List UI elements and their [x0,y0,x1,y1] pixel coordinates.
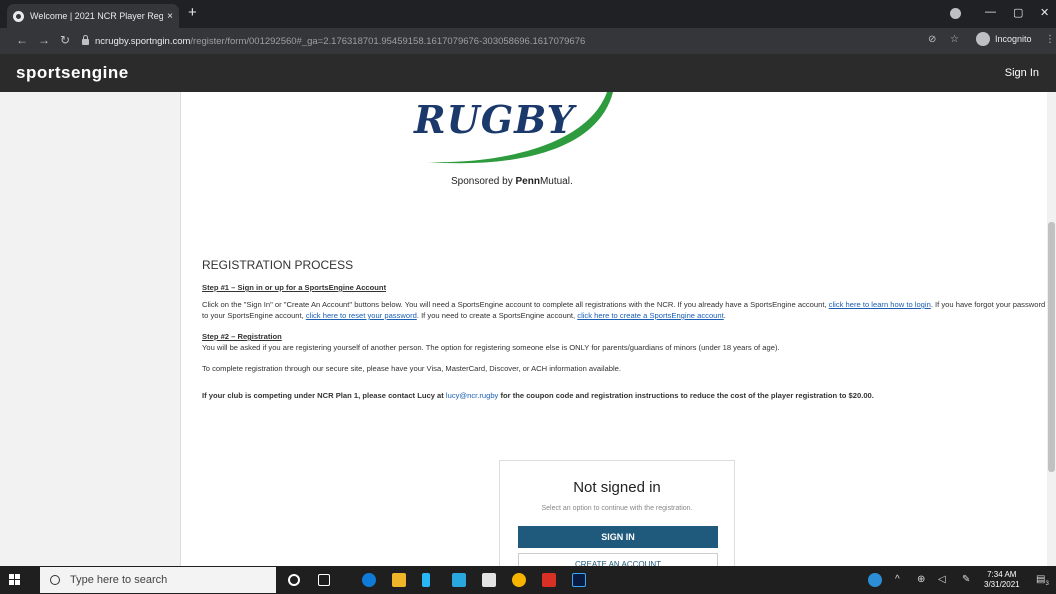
chrome-icon[interactable] [512,573,526,587]
photoshop-icon[interactable] [572,573,586,587]
browser-menu-icon[interactable]: ⋮ [1045,34,1055,45]
notification-count: 3 [1045,581,1049,587]
store-icon[interactable] [482,573,496,587]
sponsor-prefix: Sponsored by [451,176,516,187]
address-bar[interactable]: ncrugby.sportngin.com /register/form/001… [82,31,942,51]
profile-icon[interactable] [950,8,961,19]
windows-taskbar: Type here to search ^ ⊕ ◁ ✎ 7:34 AM 3/31… [0,566,1056,594]
sponsor-brand: Penn [515,176,540,187]
browser-tab[interactable]: Welcome | 2021 NCR Player Regi × [7,4,179,28]
signin-card-title: Not signed in [573,479,661,496]
taskbar-clock[interactable]: 7:34 AM 3/31/2021 [984,570,1020,590]
taskbar-search-placeholder: Type here to search [70,574,168,586]
close-window-button[interactable]: ✕ [1040,6,1049,19]
sponsor-brand-suffix: Mutual. [539,176,573,187]
step1-text-a: Click on the "Sign In" or "Create An Acc… [202,300,829,309]
plan-text: If your club is competing under NCR Plan… [202,390,1052,401]
browser-tab-strip: Welcome | 2021 NCR Player Regi × + — ▢ ✕ [0,0,1056,28]
help-tray-icon[interactable] [868,573,882,587]
step2-heading: Step #2 – Registration [202,332,282,341]
step1-text: Click on the "Sign In" or "Create An Acc… [202,299,1052,321]
create-account-link[interactable]: click here to create a SportsEngine acco… [577,311,723,320]
forward-arrow-icon[interactable]: → [38,33,50,47]
windows-start-icon[interactable] [9,574,21,586]
registration-page: RUGBY Sponsored by PennMutual. REGISTRAT… [180,92,1056,566]
signin-card-subtitle: Select an option to continue with the re… [541,505,693,512]
mail-icon[interactable] [452,573,466,587]
sportsengine-logo[interactable]: sportsengine [16,63,129,83]
tab-title: Welcome | 2021 NCR Player Regi [30,11,164,21]
rugby-logo: RUGBY [414,97,575,142]
network-icon[interactable]: ⊕ [917,574,925,585]
show-hidden-icons-icon[interactable]: ^ [895,574,900,585]
browser-toolbar: ← → ↻ ncrugby.sportngin.com /register/fo… [0,28,1056,54]
plan-text-b: for the coupon code and registration ins… [498,391,874,400]
scrollbar-thumb[interactable] [1048,222,1055,472]
site-favicon-icon [13,10,24,22]
sponsor-line: Sponsored by PennMutual. [451,176,573,187]
clock-time: 7:34 AM [987,570,1017,579]
incognito-label: Incognito [995,34,1032,44]
incognito-indicator[interactable]: Incognito [976,32,1032,46]
volume-icon[interactable]: ◁ [938,574,946,585]
edge-browser-icon[interactable] [362,573,376,587]
step1-text-c: . If you need to create a SportsEngine a… [416,311,578,320]
acrobat-icon[interactable] [542,573,556,587]
registration-title: REGISTRATION PROCESS [202,258,354,272]
minimize-button[interactable]: — [985,6,996,18]
lock-icon [82,35,89,45]
notifications-icon[interactable]: ▤3 [1036,574,1049,587]
contact-email-link[interactable]: lucy@ncr.rugby [446,391,498,400]
tab-close-icon[interactable]: × [167,11,173,22]
file-explorer-icon[interactable] [392,573,406,587]
step2-text: You will be asked if you are registering… [202,343,780,352]
step1-text-d: . [723,311,726,320]
signin-card: Not signed in Select an option to contin… [499,460,735,566]
task-view-icon[interactable] [318,574,330,586]
maximize-button[interactable]: ▢ [1013,6,1023,19]
plan-text-a: If your club is competing under NCR Plan… [202,391,446,400]
registration-instructions: Step #1 – Sign in or up for a SportsEngi… [202,282,1052,411]
new-tab-button[interactable]: + [188,4,197,21]
search-icon [50,575,60,585]
step1-heading: Step #1 – Sign in or up for a SportsEngi… [202,283,387,292]
create-account-button[interactable]: CREATE AN ACCOUNT [518,553,718,566]
tracking-blocked-icon[interactable]: ⊘ [928,34,936,45]
login-help-link[interactable]: click here to learn how to login [829,300,931,309]
app-lightning-icon[interactable] [422,573,430,587]
url-path: /register/form/001292560#_ga=2.176318701… [190,35,586,47]
reset-password-link[interactable]: click here to reset your password [306,311,417,320]
page-scrollbar[interactable] [1047,92,1056,566]
cortana-icon[interactable] [288,574,300,586]
taskbar-search-box[interactable]: Type here to search [40,567,276,593]
url-host: ncrugby.sportngin.com [95,35,191,47]
reload-icon[interactable]: ↻ [60,33,70,47]
site-header: sportsengine Sign In [0,54,1056,92]
clock-date: 3/31/2021 [984,580,1020,589]
sign-in-button[interactable]: SIGN IN [518,526,718,548]
pen-icon[interactable]: ✎ [962,574,970,585]
header-sign-in-link[interactable]: Sign In [1005,67,1039,79]
back-arrow-icon[interactable]: ← [16,33,28,47]
bookmark-star-icon[interactable]: ☆ [950,34,959,45]
incognito-icon [976,32,990,46]
payment-text: To complete registration through our sec… [202,364,621,373]
